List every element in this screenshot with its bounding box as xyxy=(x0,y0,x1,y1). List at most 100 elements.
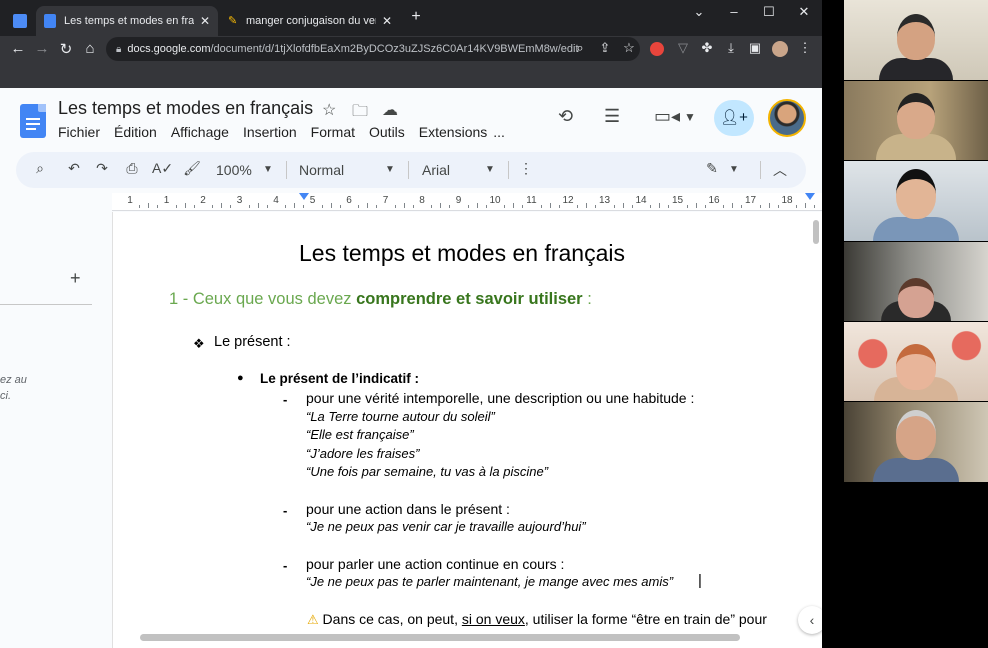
tab-conjugaison[interactable]: ✎ manger conjugaison du verbe m ✕ xyxy=(220,6,400,36)
back-icon[interactable]: ← xyxy=(8,40,28,57)
star-icon[interactable]: ☆ xyxy=(322,100,336,120)
puzzle-icon[interactable]: ✤ xyxy=(698,40,716,56)
outline-hint-line: ci. xyxy=(0,390,11,402)
close-tab-icon[interactable]: ✕ xyxy=(382,14,392,28)
vertical-scrollbar[interactable] xyxy=(810,212,822,648)
close-tab-icon[interactable]: ✕ xyxy=(200,14,210,28)
minimize-button[interactable]: – xyxy=(722,4,746,19)
address-bar[interactable]: 🔒︎ docs.google.com /document/d/1tjXlofdf… xyxy=(106,37,640,61)
ruler-tick xyxy=(367,203,369,208)
chevron-down-icon[interactable]: ▼ xyxy=(380,164,400,175)
separator xyxy=(508,161,509,179)
participant-tile[interactable] xyxy=(844,242,988,321)
home-icon[interactable]: ⌂ xyxy=(80,40,100,57)
participant-tile[interactable] xyxy=(844,161,988,241)
add-tab-button[interactable]: + xyxy=(70,268,81,289)
participant-tile[interactable] xyxy=(844,402,988,482)
text-cursor: | xyxy=(698,572,702,589)
comments-icon[interactable]: ☰ xyxy=(604,106,620,127)
ruler-tick xyxy=(184,203,186,208)
indicatif-label: Le présent de l’indicatif : xyxy=(260,371,420,386)
history-icon[interactable]: ⟲ xyxy=(558,106,573,127)
menu-affichage[interactable]: Affichage xyxy=(171,124,229,140)
font-select[interactable]: Arial xyxy=(422,162,450,178)
ruler-tick xyxy=(650,205,652,208)
spellcheck-icon[interactable]: A✓ xyxy=(152,160,173,177)
more-menu-icon[interactable]: ⋮ xyxy=(796,40,814,56)
search-icon[interactable]: ⌕ xyxy=(30,160,50,177)
zoom-icon[interactable]: ⌕ xyxy=(571,40,589,56)
right-indent-marker[interactable] xyxy=(805,193,815,200)
chevron-down-icon[interactable]: ▼ xyxy=(480,164,500,175)
ruler-tick xyxy=(805,203,807,208)
share-button[interactable]: 👤︎+ xyxy=(714,100,754,136)
maximize-button[interactable]: ☐ xyxy=(757,4,781,20)
separator xyxy=(408,161,409,179)
tab-search-icon[interactable]: ⌄ xyxy=(687,4,711,20)
horizontal-scrollbar[interactable] xyxy=(140,634,740,641)
menu-edition[interactable]: Édition xyxy=(114,124,157,140)
undo-icon[interactable]: ↶ xyxy=(64,160,84,177)
ruler-tick xyxy=(686,205,688,208)
ruler-number: 2 xyxy=(200,195,206,206)
ruler-tick xyxy=(440,203,442,208)
document-title[interactable]: Les temps et modes en français xyxy=(58,98,313,119)
paint-format-icon[interactable]: 🖌︎ xyxy=(182,160,202,177)
chevron-left-icon[interactable]: ‹ xyxy=(798,606,822,634)
menu-outils[interactable]: Outils xyxy=(369,124,405,140)
participant-tile[interactable] xyxy=(844,322,988,401)
ruler-tick xyxy=(221,203,223,208)
user-avatar[interactable] xyxy=(768,99,806,137)
forward-icon[interactable]: → xyxy=(32,40,52,57)
new-tab-button[interactable]: + xyxy=(404,8,428,26)
docs-icon xyxy=(44,14,56,28)
separator xyxy=(286,161,287,179)
ruler-tick xyxy=(796,205,798,208)
tab-meet[interactable] xyxy=(6,6,34,36)
menu-fichier[interactable]: Fichier xyxy=(58,124,100,140)
chevron-down-icon[interactable]: ▼ xyxy=(684,110,696,124)
menu-insertion[interactable]: Insertion xyxy=(243,124,297,140)
participant-tile[interactable] xyxy=(844,0,988,80)
chevron-down-icon[interactable]: ▼ xyxy=(258,164,278,175)
reload-icon[interactable]: ↻ xyxy=(56,40,76,58)
close-window-button[interactable]: ✕ xyxy=(792,4,816,20)
ruler[interactable]: 1 1 2 3 4 5 6 7 8 9 10 11 12 13 14 15 16 17 18 xyxy=(112,193,822,211)
sidebar-icon[interactable]: ▣ xyxy=(746,40,764,56)
collapse-menus-icon[interactable]: ︿ xyxy=(770,160,790,180)
document-heading: Les temps et modes en français xyxy=(299,240,625,266)
meet-call-icon[interactable]: ▭◂ xyxy=(654,106,680,127)
add-person-icon: 👤︎+ xyxy=(720,109,748,126)
editing-mode-icon[interactable]: ✎ xyxy=(702,160,722,177)
menu-extensions[interactable]: Extensions xyxy=(419,124,487,140)
docs-logo-icon[interactable] xyxy=(20,104,46,138)
download-icon[interactable]: ⤓ xyxy=(722,40,740,56)
extension-icon[interactable] xyxy=(650,42,664,56)
document-page[interactable]: Les temps et modes en français 1 - Ceux … xyxy=(112,212,810,648)
chevron-down-icon[interactable]: ▼ xyxy=(724,164,744,175)
menu-more[interactable]: ... xyxy=(493,124,505,140)
print-icon[interactable]: ⎙ xyxy=(122,160,142,177)
redo-icon[interactable]: ↷ xyxy=(92,160,112,177)
bookmark-star-icon[interactable]: ☆ xyxy=(620,40,638,56)
ruler-number: 1 xyxy=(163,195,170,206)
ruler-tick xyxy=(513,203,515,208)
profile-avatar[interactable] xyxy=(772,41,788,57)
participant-tile[interactable] xyxy=(844,81,988,160)
style-select[interactable]: Normal xyxy=(299,162,344,178)
ruler-number: 17 xyxy=(744,195,757,206)
usage-text: pour parler une action continue en cours… xyxy=(306,556,565,572)
cloud-saved-icon[interactable]: ☁︎ xyxy=(382,100,398,120)
example-text: “Une fois par semaine, tu vas à la pisci… xyxy=(306,464,549,479)
tab-docs[interactable]: Les temps et modes en français ✕ xyxy=(36,6,218,36)
more-options-icon[interactable]: ⋮ xyxy=(516,160,536,177)
filter-icon[interactable]: ▽ xyxy=(674,40,692,56)
scroll-thumb[interactable] xyxy=(813,220,819,244)
move-folder-icon[interactable]: 🗀︎ xyxy=(352,100,368,127)
ruler-number: 9 xyxy=(455,195,462,206)
zoom-select[interactable]: 100% xyxy=(216,162,252,178)
ruler-tick xyxy=(586,203,588,208)
share-page-icon[interactable]: ⇪ xyxy=(596,40,614,56)
warning-text: Dans ce cas, on peut, xyxy=(322,611,462,627)
menu-format[interactable]: Format xyxy=(311,124,355,140)
